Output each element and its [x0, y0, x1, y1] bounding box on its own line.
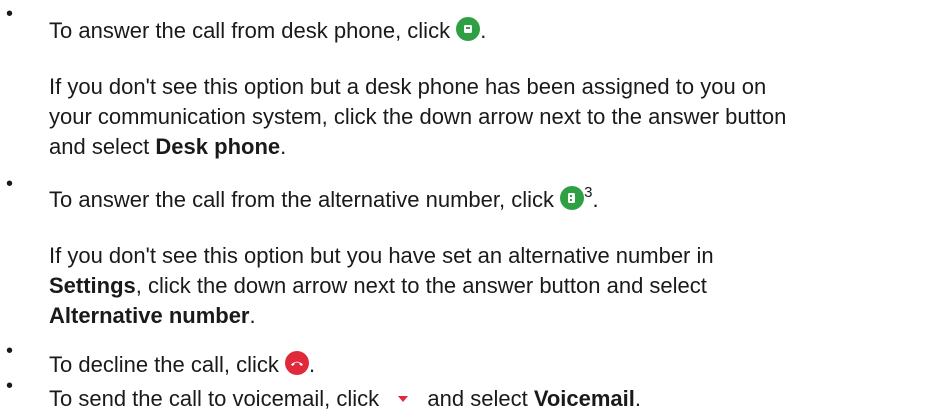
alternative-number-answer-icon[interactable]: [560, 186, 585, 216]
item-note: If you don't see this option but a desk …: [49, 72, 939, 162]
note-line: Alternative number.: [49, 301, 939, 331]
item-text-end: .: [480, 18, 487, 43]
item-text-lead: To answer the call from the alternative …: [49, 187, 555, 212]
note-text: .: [280, 134, 287, 159]
alternative-number-option-label: Alternative number: [49, 303, 250, 328]
desk-phone-option-label: Desk phone: [155, 134, 281, 159]
desk-phone-answer-icon[interactable]: [456, 17, 481, 47]
item-text: To answer the call from desk phone, clic…: [49, 17, 486, 47]
note-text: , click the down arrow next to the answe…: [135, 273, 707, 298]
note-line: your communication system, click the dow…: [49, 104, 787, 129]
item-text-mid: and select: [427, 386, 528, 411]
voicemail-option-label: Voicemail: [533, 386, 635, 411]
item-text: To answer the call from the alternative …: [49, 185, 599, 216]
note-line: Settings, click the down arrow next to t…: [49, 271, 939, 301]
item-text-end: .: [309, 352, 316, 377]
item-text-end: .: [634, 386, 642, 411]
item-text: To send the call to voicemail, click and…: [49, 386, 641, 415]
decline-call-icon[interactable]: [285, 351, 310, 381]
bullet: •: [6, 340, 14, 362]
item-text-lead: To send the call to voicemail, click: [49, 386, 380, 411]
item-text: To decline the call, click .: [49, 351, 315, 381]
note-line: If you don't see this option but you hav…: [49, 243, 714, 268]
item-text-lead: To decline the call, click: [49, 352, 279, 377]
bullet: •: [6, 3, 14, 25]
item-note: If you don't see this option but you hav…: [49, 241, 939, 331]
item-text-lead: To answer the call from desk phone, clic…: [49, 18, 451, 43]
note-line: and select Desk phone.: [49, 132, 939, 162]
bullet: •: [6, 173, 14, 195]
bullet: •: [6, 375, 14, 397]
item-text-end: .: [592, 187, 599, 212]
settings-label: Settings: [49, 273, 136, 298]
dropdown-arrow-icon[interactable]: [395, 389, 411, 415]
note-line: If you don't see this option but a desk …: [49, 74, 767, 99]
note-text: and select: [49, 134, 150, 159]
note-text: .: [249, 303, 256, 328]
